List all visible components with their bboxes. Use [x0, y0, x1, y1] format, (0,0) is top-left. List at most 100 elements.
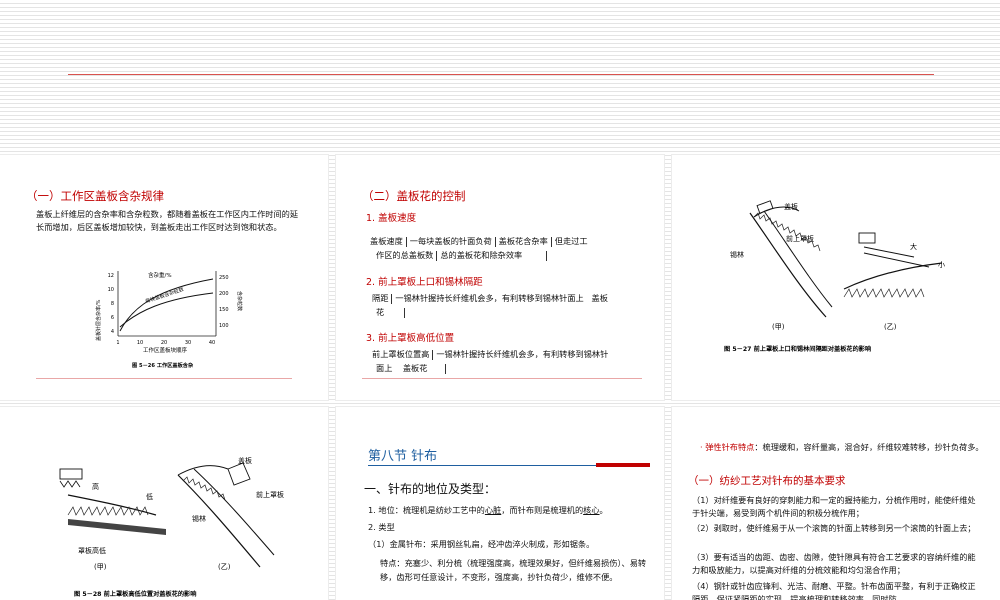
section-underline-red	[596, 463, 650, 467]
label-yi: (乙)	[884, 323, 897, 331]
label-front-plate: 前上罩板	[256, 490, 284, 499]
types-heading: 2. 类型	[368, 522, 395, 532]
slide-2-thumbnail[interactable]: （二）盖板花的控制 1. 盖板速度 盖板速度 一每块盖板的针面负荷 盖板花含杂率 但走…	[336, 155, 664, 400]
label-low: 低	[146, 492, 153, 501]
cover-speed-line-2: 作区的总盖板数 总的盖板花和除杂效率	[376, 249, 664, 262]
text-gauge: 隔距	[372, 293, 389, 303]
y-left-tick: 8	[111, 301, 114, 307]
subheading-front-plate-height: 3. 前上罩板高低位置	[366, 333, 455, 344]
text-cover: 盖板	[591, 293, 608, 303]
text-total-efficiency: 总的盖板花和除杂效率	[440, 250, 523, 260]
chart-caption: 图 5－26 工作区盖板含杂	[132, 361, 194, 369]
down-arrow-icon	[445, 363, 447, 374]
label-high: 高	[92, 482, 99, 491]
slide-4-thumbnail[interactable]: 高 低 罩板高低 (甲) 盖板 前上罩板 锡林 (乙) 图 5－28 前上罩板高…	[0, 407, 328, 600]
up-arrow-icon	[432, 349, 434, 360]
cover-speed-line-1: 盖板速度 一每块盖板的针面负荷 盖板花含杂率 但走过工	[370, 235, 660, 248]
requirement-1: （1）对纤维要有良好的穿刺能力和一定的握持能力，分梳作用时，能使纤维处于针尖端，…	[692, 495, 976, 518]
y-right-tick: 250	[219, 275, 229, 281]
slide-1-bottom-rule	[36, 378, 292, 379]
y-right-tick: 100	[219, 323, 229, 329]
text-flower: 花	[376, 307, 385, 317]
x-tick: 10	[137, 340, 143, 346]
x-tick: 20	[161, 340, 167, 346]
text-plate-high: 前上罩板位置高	[372, 349, 430, 359]
text-total-covers: 作区的总盖板数	[376, 250, 434, 260]
metal-clothing-line: （1）金属针布：采用钢丝轧扁，经冲齿淬火制成，形如锯条。	[368, 539, 595, 549]
slide-1-body: 盖板上纤维层的含杂率和含杂粒数，都随着盖板在工作区内工作时间的延长而增加，后区盖…	[36, 209, 299, 232]
label-cylinder: 锡林	[192, 514, 206, 523]
bullet-dot: ·	[700, 442, 703, 452]
label-cover: 盖板	[784, 202, 798, 211]
requirement-4: （4）钢针或针齿应锋利、光洁、耐磨、平整。针布齿面平整，有利于正确校正隔距，保证…	[692, 581, 976, 600]
requirement-3: （3）要有适当的齿距、齿密、齿隙，使针隙具有符合工艺要求的容纳纤维的能力和吸放能…	[692, 552, 976, 575]
text-cover-speed: 盖板速度	[370, 236, 403, 246]
slide-6-thumbnail[interactable]: · 弹性针布特点：梳理缓和，容纤量高，混合好，纤维较难转移，抄针负荷多。 （一）…	[672, 407, 1000, 600]
text-core: 核心	[583, 505, 600, 515]
down-arrow-icon	[391, 293, 393, 304]
text-flat-strip-rate: 盖板花含杂率	[498, 236, 548, 246]
down-arrow-icon	[494, 236, 496, 247]
label-cylinder: 锡林	[730, 250, 744, 259]
up-arrow-icon	[405, 236, 407, 247]
slide-2-title: （二）盖板花的控制	[362, 189, 466, 203]
contamination-chart: 含杂重/% 每块盖板含杂粒数 盖板针层含杂率/% 含杂粒数 工作区盖板块顺序 1…	[88, 251, 248, 373]
label-jia: (甲)	[772, 323, 785, 331]
elastic-clothing-paragraph: · 弹性针布特点：梳理缓和，容纤量高，混合好，纤维较难转移，抄针负荷多。	[700, 441, 990, 454]
x-tick: 1	[116, 340, 119, 346]
y-left-tick: 6	[111, 315, 114, 321]
chart-ylabel-left: 盖板针层含杂率/%	[95, 299, 102, 341]
height-line-1: 前上罩板位置高 一锡林针握持长纤维机会多，有利转移到锡林针	[372, 348, 662, 361]
text-elastic-desc: ：梳理缓和，容纤量高，混合好，纤维较难转移，抄针负荷多。	[754, 442, 984, 452]
curve1-label: 含杂重/%	[148, 271, 172, 279]
slide-1-thumbnail[interactable]: （一）工作区盖板含杂规律 盖板上纤维层的含杂率和含杂粒数，都随着盖板在工作区内工…	[0, 155, 328, 400]
x-tick: 30	[185, 340, 191, 346]
figure-caption: 图 5－28 前上罩板高低位置对盖板花的影响	[74, 590, 196, 598]
text-surface: 面上	[376, 363, 393, 373]
slide-1-title: （一）工作区盖板含杂规律	[26, 189, 164, 203]
subheading-cover-speed: 1. 盖板速度	[366, 213, 417, 224]
down-arrow-icon	[404, 307, 406, 318]
gauge-line-1: 隔距 一锡林针握持长纤维机会多，有利转移到锡林针面上 盖板	[372, 292, 658, 305]
text-needle-load: 一每块盖板的针面负荷	[409, 236, 492, 246]
section-underline-blue	[368, 465, 596, 466]
y-left-tick: 12	[108, 273, 114, 279]
text-elastic-label: 弹性针布特点	[705, 442, 755, 452]
metal-clothing-features: 特点：充塞少、利分梳（梳理强度高，梳理效果好，但纤维易损伤）、易转移，齿形可任意…	[380, 558, 647, 582]
label-yi: (乙)	[218, 563, 231, 571]
y-right-tick: 200	[219, 291, 229, 297]
label-jia: (甲)	[94, 563, 107, 571]
text-heart: 心脏	[484, 505, 502, 515]
slide-5-thumbnail[interactable]: 第八节 针布 一、针布的地位及类型： 1. 地位：梳理机是纺纱工艺中的心脏，而针…	[336, 407, 664, 600]
text-but-pass: 但走过工	[554, 236, 588, 246]
label-big: 大	[910, 242, 917, 251]
text-position-end: 。	[599, 505, 608, 515]
slide-2-bottom-rule	[362, 378, 642, 379]
label-small: 小	[938, 260, 945, 269]
figure-caption: 图 5－27 前上罩板上口和锡林间隔距对盖板花的影响	[724, 345, 871, 353]
label-plate-position: 罩板高低	[78, 546, 106, 555]
card-clothing-heading: 一、针布的地位及类型：	[364, 482, 497, 496]
figure-5-27: 盖板 前上罩板 锡林 (甲) 大 小 (乙) 图 5－27 前上罩板上口和锡林间…	[714, 197, 950, 361]
up-arrow-icon	[546, 250, 548, 261]
label-front-plate: 前上罩板	[786, 234, 814, 243]
slide-3-thumbnail[interactable]: 盖板 前上罩板 锡林 (甲) 大 小 (乙) 图 5－27 前上罩板上口和锡林间…	[672, 155, 1000, 400]
text-position-mid: ，而针布则是梳理机的	[501, 505, 584, 515]
requirements-title: （一）纺纱工艺对针布的基本要求	[688, 475, 846, 487]
requirement-2: （2）剥取时，使纤维易于从一个滚筒的针面上转移到另一个滚筒的针面上去；	[692, 523, 976, 533]
x-tick: 40	[209, 340, 215, 346]
y-right-tick: 150	[219, 307, 229, 313]
section-title: 第八节 针布	[368, 449, 438, 464]
y-left-tick: 10	[108, 287, 114, 293]
up-arrow-icon	[550, 236, 552, 247]
gauge-line-2: 花	[376, 306, 408, 319]
position-paragraph: 1. 地位：梳理机是纺纱工艺中的心脏，而针布则是梳理机的核心。	[368, 504, 658, 517]
text-position-prefix: 1. 地位：梳理机是纺纱工艺中的	[368, 505, 485, 515]
header-divider-line	[68, 74, 934, 75]
chart-ylabel-right: 含杂粒数	[236, 291, 243, 311]
figure-5-28: 高 低 罩板高低 (甲) 盖板 前上罩板 锡林 (乙) 图 5－28 前上罩板高…	[38, 455, 298, 600]
subheading-front-plate-gauge: 2. 前上罩板上口和锡林隔距	[366, 277, 483, 288]
up-arrow-icon	[436, 250, 438, 261]
label-cover: 盖板	[238, 456, 252, 465]
height-line-2: 面上 盖板花	[376, 362, 449, 375]
